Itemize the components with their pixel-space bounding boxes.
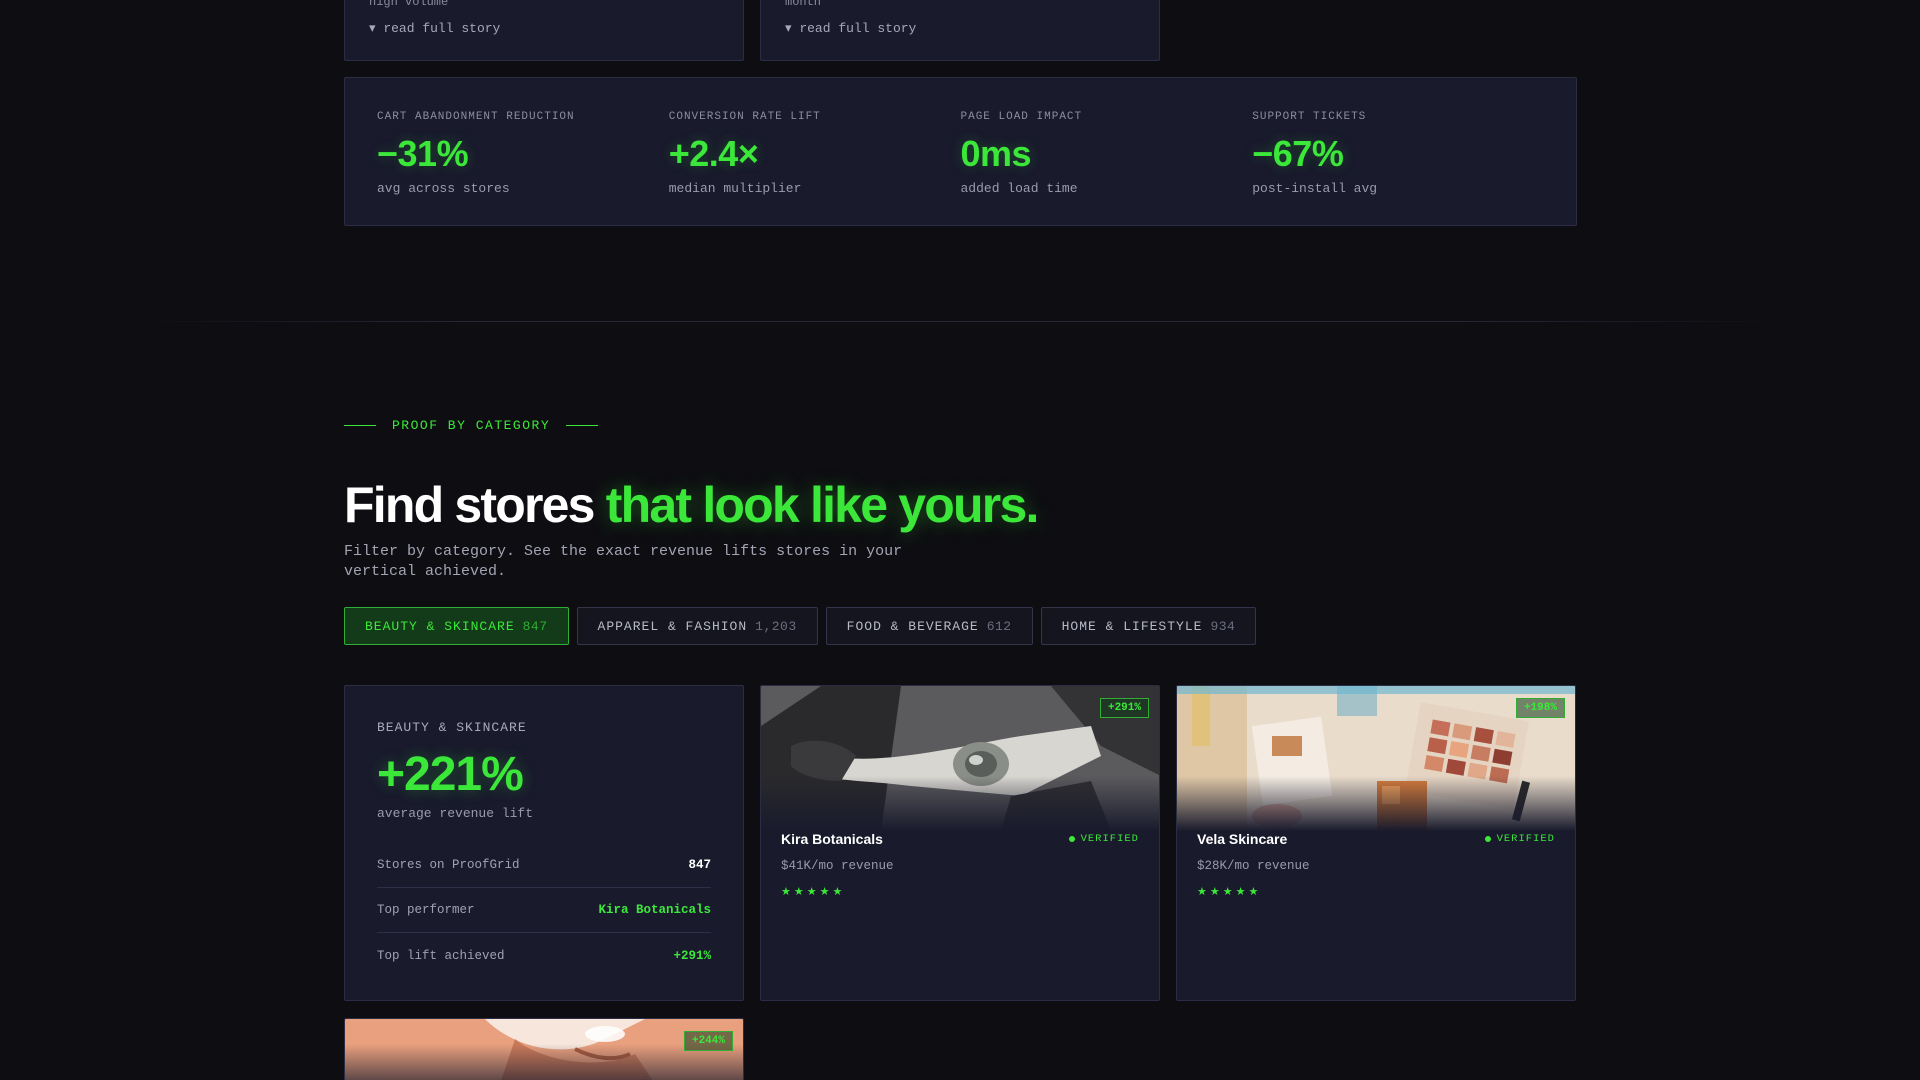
tab-beauty-skincare[interactable]: BEAUTY & SKINCARE 847	[344, 607, 569, 645]
tab-apparel-fashion[interactable]: APPAREL & FASHION 1,203	[576, 607, 818, 645]
stat-value: −31%	[377, 133, 469, 174]
tab-home-lifestyle[interactable]: HOME & LIFESTYLE 934	[1040, 607, 1257, 645]
verified-label: VERIFIED	[1496, 833, 1555, 845]
section-headline: Find stores that look like yours.	[344, 476, 1040, 534]
read-full-story-toggle[interactable]: ▾ read full story	[785, 21, 916, 36]
store-photo: +244%	[345, 1019, 743, 1080]
row-value: +291%	[673, 948, 711, 963]
stat-sub: added load time	[960, 181, 1078, 196]
tab-label: FOOD & BEVERAGE	[846, 618, 979, 634]
headline-accent: that look like yours.	[605, 477, 1040, 533]
verified-badge: VERIFIED	[1068, 833, 1139, 845]
row-label: Top performer	[377, 903, 475, 917]
tab-count: 934	[1210, 618, 1236, 634]
lift-badge: +198%	[1515, 698, 1565, 718]
stat-support-tickets: SUPPORT TICKETS −67% post-install avg	[1252, 78, 1544, 225]
stat-sub: post-install avg	[1252, 181, 1378, 196]
verified-dot-icon	[1484, 836, 1491, 842]
star-rating: ★★★★★	[781, 885, 846, 898]
tab-food-beverage[interactable]: FOOD & BEVERAGE 612	[825, 607, 1033, 645]
summary-rows: Stores on ProofGrid 847 Top performer Ki…	[377, 843, 711, 978]
story-text: month	[785, 0, 822, 9]
row-value: 847	[688, 858, 711, 872]
store-photo: +291%	[761, 686, 1159, 831]
store-name-row: Vela Skincare VERIFIED	[1197, 831, 1555, 847]
store-name-row: Kira Botanicals VERIFIED	[781, 831, 1139, 847]
row-label: Stores on ProofGrid	[377, 858, 520, 872]
stat-label: SUPPORT TICKETS	[1252, 111, 1367, 123]
summary-row-top-lift: Top lift achieved +291%	[377, 933, 711, 978]
tab-label: BEAUTY & SKINCARE	[365, 618, 515, 634]
stats-panel: CART ABANDONMENT REDUCTION −31% avg acro…	[344, 77, 1577, 226]
tab-count: 1,203	[755, 618, 797, 634]
tab-count: 847	[522, 618, 548, 634]
store-name: Kira Botanicals	[781, 831, 883, 847]
store-card[interactable]: +291% Kira Botanicals VERIFIED $41K/mo r…	[760, 685, 1160, 1001]
star-rating: ★★★★★	[1197, 885, 1262, 898]
eyebrow-line	[344, 425, 376, 426]
lift-badge: +291%	[1099, 698, 1149, 718]
store-info: Kira Botanicals VERIFIED $41K/mo revenue…	[761, 831, 1159, 898]
store-info: Vela Skincare VERIFIED $28K/mo revenue ★…	[1177, 831, 1575, 898]
store-card[interactable]: +244%	[344, 1018, 744, 1080]
tab-label: APPAREL & FASHION	[597, 618, 748, 634]
row-value: Kira Botanicals	[598, 903, 711, 917]
story-card: month ▾ read full story	[760, 0, 1160, 61]
verified-badge: VERIFIED	[1484, 833, 1555, 845]
stat-label: CART ABANDONMENT REDUCTION	[377, 111, 575, 123]
stat-page-load: PAGE LOAD IMPACT 0ms added load time	[961, 78, 1253, 225]
story-text: high volume	[369, 0, 449, 9]
store-photo: +198%	[1177, 686, 1575, 831]
stat-value: 0ms	[960, 133, 1032, 174]
verified-label: VERIFIED	[1080, 833, 1139, 845]
store-revenue: $28K/mo revenue	[1197, 859, 1310, 873]
store-revenue: $41K/mo revenue	[781, 859, 894, 873]
story-card: high volume ▾ read full story	[344, 0, 744, 61]
summary-row-top-performer: Top performer Kira Botanicals	[377, 888, 711, 933]
eyebrow-line	[566, 425, 599, 426]
verified-dot-icon	[1068, 836, 1075, 842]
headline-text: Find stores	[344, 477, 606, 533]
section-subtext: Filter by category. See the exact revenu…	[344, 543, 903, 580]
stat-cart-abandonment: CART ABANDONMENT REDUCTION −31% avg acro…	[377, 78, 669, 225]
stat-value: −67%	[1252, 133, 1344, 174]
category-tabs: BEAUTY & SKINCARE 847 APPAREL & FASHION 1,…	[344, 607, 1257, 645]
stat-sub: median multiplier	[668, 181, 802, 196]
summary-row-stores: Stores on ProofGrid 847	[377, 843, 711, 888]
summary-lift-label: average revenue lift	[377, 806, 534, 821]
section-divider	[140, 321, 1780, 322]
tab-count: 612	[986, 618, 1012, 634]
stat-label: PAGE LOAD IMPACT	[960, 111, 1083, 123]
lift-badge: +244%	[683, 1031, 733, 1051]
tab-label: HOME & LIFESTYLE	[1061, 618, 1203, 634]
eyebrow-text: PROOF BY CATEGORY	[392, 418, 551, 433]
row-label: Top lift achieved	[377, 948, 505, 963]
store-name: Vela Skincare	[1197, 831, 1288, 847]
category-summary-card: BEAUTY & SKINCARE +221% average revenue …	[344, 685, 744, 1001]
stat-value: +2.4×	[668, 133, 759, 174]
summary-lift-value: +221%	[377, 748, 524, 801]
stat-label: CONVERSION RATE LIFT	[668, 111, 821, 123]
summary-category: BEAUTY & SKINCARE	[377, 720, 527, 735]
section-eyebrow: PROOF BY CATEGORY	[344, 418, 599, 433]
stat-sub: avg across stores	[377, 181, 510, 196]
store-card[interactable]: +198% Vela Skincare VERIFIED $28K/mo rev…	[1176, 685, 1576, 1001]
stat-conversion-lift: CONVERSION RATE LIFT +2.4× median multip…	[669, 78, 961, 225]
read-full-story-toggle[interactable]: ▾ read full story	[369, 21, 500, 36]
